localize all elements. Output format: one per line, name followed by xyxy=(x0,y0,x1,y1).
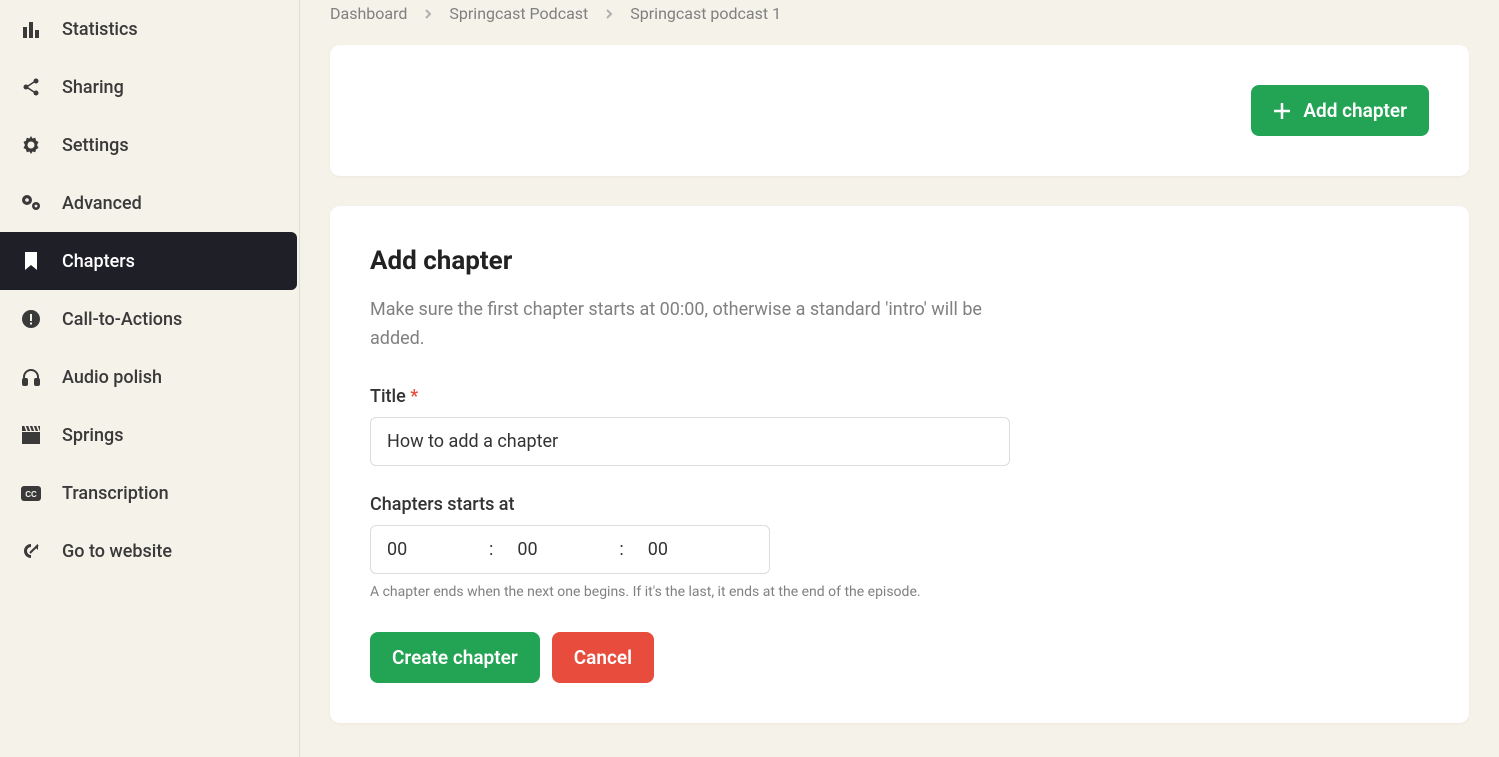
breadcrumb-item[interactable]: Springcast Podcast xyxy=(449,4,588,23)
sidebar-item-settings[interactable]: Settings xyxy=(0,116,299,174)
time-hours-input[interactable] xyxy=(371,526,481,573)
sidebar-item-label: Go to website xyxy=(62,541,172,562)
clapper-icon xyxy=(20,424,42,446)
cancel-button[interactable]: Cancel xyxy=(552,632,654,683)
chevron-right-icon xyxy=(604,8,614,20)
sidebar: Statistics Sharing Settings Advanced Cha… xyxy=(0,0,300,757)
main-content: Dashboard Springcast Podcast Springcast … xyxy=(300,0,1499,757)
card-form: Add chapter Make sure the first chapter … xyxy=(330,206,1469,723)
gear-icon xyxy=(20,134,42,156)
sidebar-item-statistics[interactable]: Statistics xyxy=(0,0,299,58)
sidebar-item-go-to-website[interactable]: Go to website xyxy=(0,522,299,580)
sidebar-item-label: Chapters xyxy=(62,251,135,272)
button-label: Add chapter xyxy=(1303,99,1407,122)
sidebar-item-transcription[interactable]: CC Transcription xyxy=(0,464,299,522)
form-help-text: A chapter ends when the next one begins.… xyxy=(370,584,1429,600)
headphones-icon xyxy=(20,366,42,388)
starts-at-label: Chapters starts at xyxy=(370,494,1429,515)
alert-icon xyxy=(20,308,42,330)
sidebar-item-audio-polish[interactable]: Audio polish xyxy=(0,348,299,406)
required-mark: * xyxy=(410,386,418,407)
gears-icon xyxy=(20,192,42,214)
sidebar-item-springs[interactable]: Springs xyxy=(0,406,299,464)
bar-chart-icon xyxy=(20,18,42,40)
form-heading: Add chapter xyxy=(370,246,1429,276)
bookmark-icon xyxy=(20,250,42,272)
breadcrumb-item[interactable]: Springcast podcast 1 xyxy=(630,4,781,23)
sidebar-item-advanced[interactable]: Advanced xyxy=(0,174,299,232)
add-chapter-button[interactable]: Add chapter xyxy=(1251,85,1429,136)
breadcrumb-item[interactable]: Dashboard xyxy=(330,4,407,23)
sidebar-item-label: Call-to-Actions xyxy=(62,309,182,330)
sidebar-item-chapters[interactable]: Chapters xyxy=(0,232,297,290)
breadcrumb: Dashboard Springcast Podcast Springcast … xyxy=(330,0,1469,45)
sidebar-item-label: Transcription xyxy=(62,483,169,504)
sidebar-item-label: Springs xyxy=(62,425,123,446)
plus-icon xyxy=(1273,102,1291,120)
time-colon: : xyxy=(611,539,631,560)
sidebar-item-sharing[interactable]: Sharing xyxy=(0,58,299,116)
time-colon: : xyxy=(481,539,501,560)
time-minutes-input[interactable] xyxy=(501,526,611,573)
title-label: Title * xyxy=(370,386,1429,407)
share-icon xyxy=(20,76,42,98)
time-seconds-input[interactable] xyxy=(632,526,742,573)
sidebar-item-label: Advanced xyxy=(62,193,142,214)
card-toolbar: Add chapter xyxy=(330,45,1469,176)
svg-text:CC: CC xyxy=(25,490,37,499)
create-chapter-button[interactable]: Create chapter xyxy=(370,632,540,683)
chevron-right-icon xyxy=(423,8,433,20)
sidebar-item-label: Statistics xyxy=(62,19,138,40)
time-input-group: : : xyxy=(370,525,770,574)
button-row: Create chapter Cancel xyxy=(370,632,1429,683)
title-input[interactable] xyxy=(370,417,1010,466)
sidebar-item-label: Settings xyxy=(62,135,129,156)
external-link-icon xyxy=(20,540,42,562)
sidebar-item-label: Audio polish xyxy=(62,367,162,388)
form-description: Make sure the first chapter starts at 00… xyxy=(370,296,1010,354)
sidebar-item-cta[interactable]: Call-to-Actions xyxy=(0,290,299,348)
cc-icon: CC xyxy=(20,482,42,504)
sidebar-item-label: Sharing xyxy=(62,77,124,98)
